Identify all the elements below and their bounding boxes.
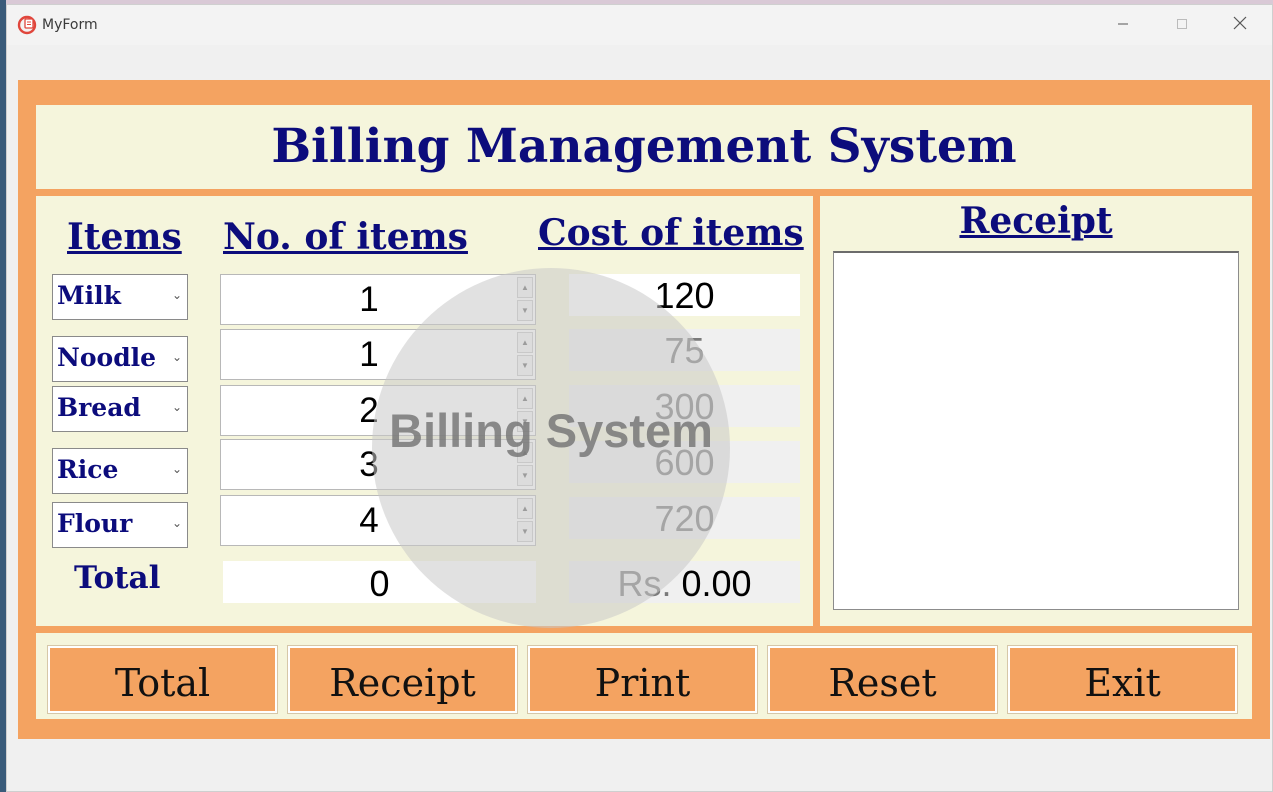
app-logo-icon [17,15,37,35]
reset-button[interactable]: Reset [768,646,997,713]
maximize-icon [1177,19,1187,29]
exit-button[interactable]: Exit [1008,646,1237,713]
item-select-value: Noodle [57,343,157,372]
close-icon [1233,16,1247,30]
item-select-noodle[interactable]: Noodle ⌄ [52,336,188,382]
items-panel: Items No. of items Cost of items Milk ⌄ … [36,196,813,626]
stepper-down-button[interactable]: ▼ [517,411,533,432]
quantity-value: 2 [359,391,379,430]
stepper-up-button[interactable]: ▲ [517,332,533,353]
header-panel: Billing Management System [36,105,1252,189]
stepper-up-button[interactable]: ▲ [517,277,533,298]
cost-value: 300 [654,386,715,427]
total-quantity-value: 0 [369,563,390,604]
receipt-title: Receipt [959,200,1113,242]
total-cost-field[interactable]: Rs. 0.00 [569,561,800,604]
stepper-down-button[interactable]: ▼ [517,355,533,376]
quantity-value: 4 [359,501,379,540]
cost-value: 120 [654,275,715,316]
item-select-milk[interactable]: Milk ⌄ [52,274,188,320]
cost-field-rice[interactable]: 600 [569,441,800,483]
total-amount-value: 0.00 [681,563,752,604]
chevron-down-icon: ⌄ [171,288,182,302]
total-quantity-field[interactable]: 0 [223,561,536,604]
quantity-stepper-flour[interactable]: 4 ▲ ▼ [220,495,536,546]
receipt-panel: Receipt [820,196,1252,626]
cost-value: 720 [654,498,715,539]
quantity-stepper-milk[interactable]: 1 ▲ ▼ [220,274,536,325]
cost-field-noodle[interactable]: 75 [569,329,800,371]
close-button[interactable] [1217,11,1263,41]
cost-value: 75 [664,330,705,371]
quantity-value: 1 [359,280,379,319]
title-bar[interactable]: MyForm [7,5,1272,45]
button-bar: Total Receipt Print Reset Exit [36,633,1252,719]
form-frame: Billing Management System Items No. of i… [18,80,1270,739]
item-select-flour[interactable]: Flour ⌄ [52,502,188,548]
cost-column-header: Cost of items [538,212,804,254]
stepper-down-button[interactable]: ▼ [517,521,533,542]
minimize-icon [1118,23,1128,25]
item-select-value: Milk [57,281,121,310]
cost-field-flour[interactable]: 720 [569,497,800,539]
quantity-value: 1 [359,335,379,374]
chevron-down-icon: ⌄ [171,462,182,476]
stepper-up-button[interactable]: ▲ [517,442,533,463]
item-select-value: Rice [57,455,119,484]
stepper-up-button[interactable]: ▲ [517,498,533,519]
quantity-stepper-noodle[interactable]: 1 ▲ ▼ [220,329,536,380]
quantity-value: 3 [359,445,379,484]
item-select-rice[interactable]: Rice ⌄ [52,448,188,494]
item-select-value: Bread [57,393,141,422]
window-title: MyForm [42,17,98,33]
chevron-down-icon: ⌄ [171,350,182,364]
count-column-header: No. of items [223,216,468,258]
receipt-button[interactable]: Receipt [288,646,517,713]
chevron-down-icon: ⌄ [171,400,182,414]
receipt-textarea[interactable] [833,251,1239,610]
item-select-value: Flour [57,509,133,538]
page-title: Billing Management System [271,119,1017,174]
stepper-down-button[interactable]: ▼ [517,300,533,321]
minimize-button[interactable] [1100,11,1146,41]
cost-value: 600 [654,442,715,483]
chevron-down-icon: ⌄ [171,516,182,530]
cost-field-milk[interactable]: 120 [569,274,800,316]
stepper-up-button[interactable]: ▲ [517,388,533,409]
total-button[interactable]: Total [48,646,277,713]
quantity-stepper-bread[interactable]: 2 ▲ ▼ [220,385,536,436]
currency-label: Rs. [617,563,672,604]
total-label: Total [74,560,161,596]
print-button[interactable]: Print [528,646,757,713]
item-select-bread[interactable]: Bread ⌄ [52,386,188,432]
app-window: MyForm Billing Management System Items N… [6,4,1273,792]
maximize-button[interactable] [1159,11,1205,41]
cost-field-bread[interactable]: 300 [569,385,800,427]
stepper-down-button[interactable]: ▼ [517,465,533,486]
items-column-header: Items [67,216,182,258]
quantity-stepper-rice[interactable]: 3 ▲ ▼ [220,439,536,490]
